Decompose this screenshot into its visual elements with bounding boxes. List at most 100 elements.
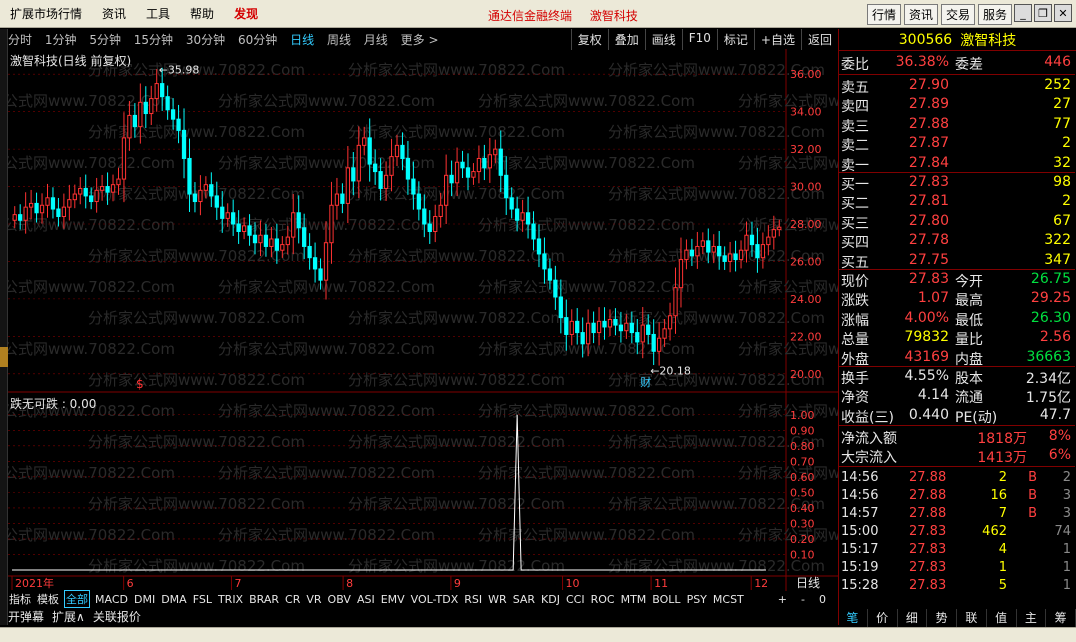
period-tab[interactable]: 30分钟 [186,33,225,47]
danmaku-toggle[interactable]: 开弹幕 [8,608,44,625]
stat-label: 现价 [841,274,869,290]
indicator-tab[interactable]: VR [305,593,322,606]
candle-body [433,216,438,232]
stat-value: 4.00% [904,309,949,326]
candle-body [28,202,34,208]
stat-value: 47.7 [1039,406,1071,423]
candle-body [247,225,252,236]
related-quote-button[interactable]: 关联报价 [93,608,141,625]
order-book-row: 卖五 27.90 252 [839,76,1075,96]
indicator-tick-label: 0.70 [790,455,815,468]
tick-volume: 4 [998,542,1007,557]
quote-panel-tab[interactable]: 细 [898,609,928,627]
indicator-tab[interactable]: KDJ [540,593,561,606]
quote-panel-tab[interactable]: 价 [868,609,898,627]
overlay-button[interactable]: 叠加 [607,29,645,50]
indicator-tab[interactable]: DMI [133,593,156,606]
period-tab[interactable]: 周线 [327,33,351,47]
period-tab[interactable]: 1分钟 [45,33,77,47]
menu-item-tools[interactable]: 工具 [136,5,180,22]
news-button[interactable]: 资讯 [903,4,938,25]
menu-item-news[interactable]: 资讯 [92,5,136,22]
restore-icon[interactable]: ❐ [1034,4,1052,22]
indicator-tab[interactable]: ASI [356,593,376,606]
scroll-controls: + -0 [770,593,834,606]
s-marker-icon[interactable]: $ [136,377,144,391]
wb-value: 36.38% [895,54,949,70]
indicator-tab[interactable]: FSL [192,593,213,606]
menu-item-market[interactable]: 扩展市场行情 [0,5,92,22]
mark-button[interactable]: 标记 [716,29,754,50]
finance-marker[interactable]: 财 [640,375,651,389]
period-tab[interactable]: 月线 [364,33,388,47]
indicator-tab[interactable]: 指标 [8,591,32,607]
book-volume: 77 [1053,115,1071,132]
period-tab[interactable]: 分时 [8,33,32,47]
quote-panel-tab[interactable]: 值 [987,609,1017,627]
menu-item-discover[interactable]: 发现 [224,5,268,22]
expand-left-icon[interactable] [0,347,8,367]
indicator-tab[interactable]: MTM [620,593,648,606]
period-toolbar: 分时 1分钟 5分钟 15分钟 30分钟 60分钟 日线 周线 月线 更多 > … [8,29,838,50]
indicator-tab[interactable]: EMV [380,593,406,606]
draw-line-button[interactable]: 画线 [644,29,682,50]
chart-area[interactable]: 分析家公式网www.70822.Com 分析家公式网www.70822.Com 分析… [8,49,838,625]
quote-button[interactable]: 行情 [866,4,901,25]
book-volume: 2 [1062,193,1071,210]
period-tab-daily[interactable]: 日线 [290,33,314,47]
indicator-tab[interactable]: CCI [565,593,586,606]
watermark-text: 分析家公式网www.70822.Com [348,61,565,79]
indicator-tab[interactable]: PSY [686,593,708,606]
indicator-tab[interactable]: 模板 [36,591,60,607]
chart-canvas[interactable]: 分析家公式网www.70822.Com 分析家公式网www.70822.Com 分析… [8,49,838,591]
tick-count: 1 [1062,542,1071,557]
f10-button[interactable]: F10 [681,29,717,50]
indicator-tab[interactable]: VOL-TDX [410,593,460,606]
indicator-tab[interactable]: TRIX [217,593,244,606]
tick-row: 14:56 27.88 16 B 3 [839,487,1075,505]
quote-panel-tab[interactable]: 主 [1017,609,1047,627]
expand-toggle[interactable]: 扩展∧ [52,608,85,625]
zoom-button[interactable]: - [800,593,806,606]
period-tab-more[interactable]: 更多 > [401,33,439,47]
back-button[interactable]: 返回 [800,29,838,50]
indicator-tab[interactable]: SAR [512,593,536,606]
minimize-icon[interactable]: _ [1014,4,1032,22]
trade-button[interactable]: 交易 [940,4,975,25]
indicator-tab[interactable]: ROC [590,593,616,606]
quote-panel-tab[interactable]: 筹 [1046,609,1076,627]
stat-value: 43169 [904,348,949,365]
candle-body [771,229,776,238]
top-menu-bar: 扩展市场行情 资讯 工具 帮助 发现 通达信金融终端 激智科技 行情 资讯 交易… [0,0,1076,28]
zoom-button[interactable]: + [777,593,788,606]
indicator-tab[interactable]: 全部 [64,590,90,608]
quote-panel-tab[interactable]: 笔 [838,609,868,627]
period-tab[interactable]: 15分钟 [134,33,173,47]
indicator-tab[interactable]: OBV [327,593,352,606]
stat-row: 外盘 43169 内盘 36663 [839,348,1075,368]
indicator-tab[interactable]: BRAR [248,593,280,606]
service-button[interactable]: 服务 [977,4,1012,25]
period-tab[interactable]: 5分钟 [89,33,121,47]
candle-body [542,253,547,270]
zoom-button[interactable]: 0 [818,593,827,606]
add-watchlist-button[interactable]: +自选 [753,29,801,50]
tick-row: 15:19 27.83 1 1 [839,559,1075,577]
indicator-tab[interactable]: BOLL [651,593,681,606]
close-icon[interactable]: ✕ [1054,4,1072,22]
indicator-tab[interactable]: MCST [712,593,745,606]
indicator-tab[interactable]: MACD [94,593,129,606]
quote-panel-tab[interactable]: 联 [957,609,987,627]
watermark-text: 分析家公式网www.70822.Com [738,526,838,544]
indicator-tab[interactable]: CR [284,593,301,606]
indicator-tab[interactable]: DMA [160,593,188,606]
quote-panel-tab[interactable]: 势 [927,609,957,627]
adjust-button[interactable]: 复权 [570,29,608,50]
watermark-text: 分析家公式网www.70822.Com [8,278,175,296]
period-tab[interactable]: 60分钟 [238,33,277,47]
menu-item-help[interactable]: 帮助 [180,5,224,22]
candle-body [482,157,487,169]
watermark-text: 分析家公式网www.70822.Com [348,557,565,575]
indicator-tab[interactable]: RSI [463,593,483,606]
indicator-tab[interactable]: WR [487,593,508,606]
